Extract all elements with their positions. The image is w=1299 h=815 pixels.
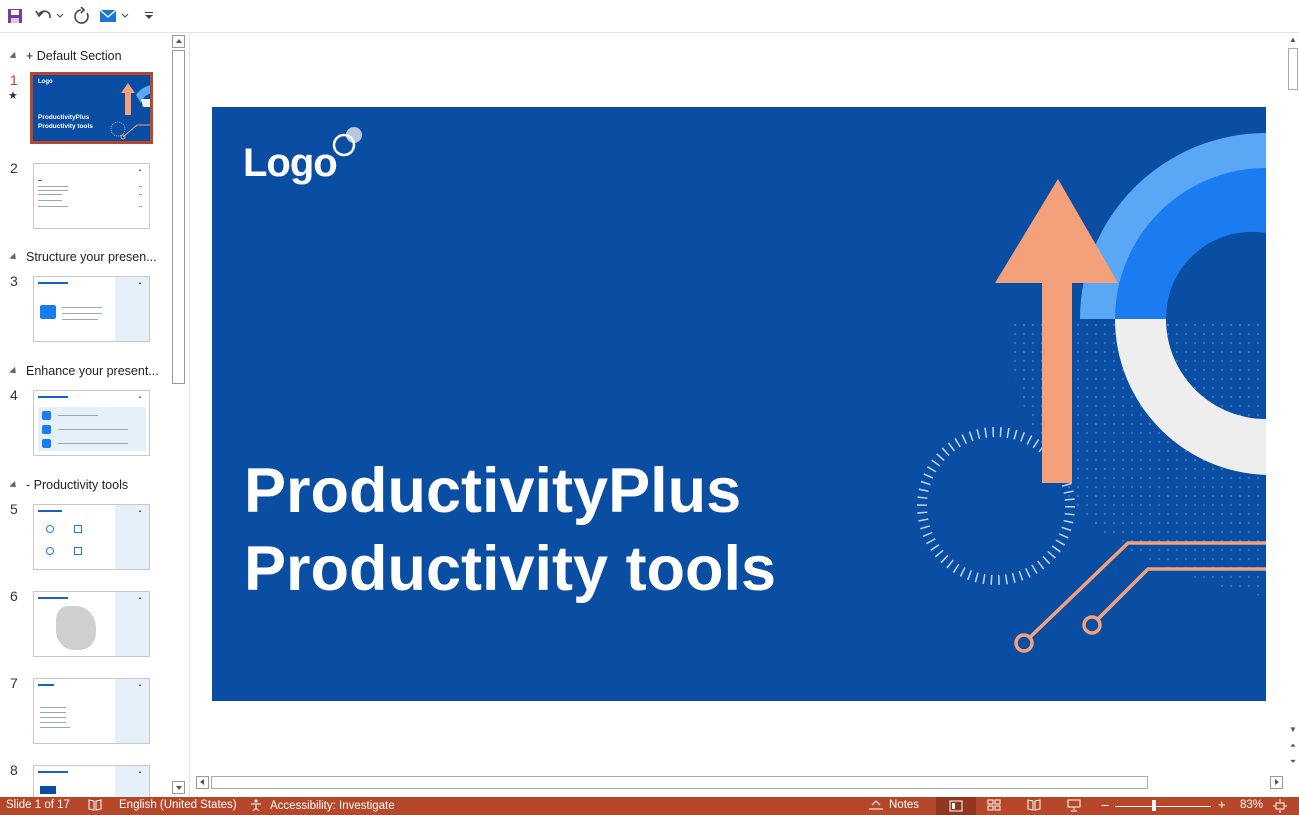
next-slide-icon[interactable]: ⏷ — [1288, 757, 1298, 767]
normal-view-button[interactable] — [936, 797, 976, 815]
slide-thumbnail-8[interactable]: ▪ — [33, 765, 150, 797]
slideshow-view-icon[interactable] — [1067, 799, 1086, 812]
section-header-structure[interactable]: Structure your presen... — [9, 250, 157, 264]
slide-number: 7 — [10, 675, 18, 691]
accessibility-checker[interactable]: Accessibility: Investigate — [250, 799, 395, 812]
zoom-level[interactable]: 83% — [1240, 799, 1263, 811]
scroll-down-arrow-icon[interactable] — [172, 781, 185, 794]
scrollbar-thumb[interactable] — [211, 776, 1148, 789]
scroll-up-arrow-icon[interactable]: ▲ — [1288, 35, 1298, 45]
thumb-artwork — [110, 83, 150, 140]
undo-icon[interactable] — [33, 5, 55, 27]
redo-icon[interactable] — [71, 5, 93, 27]
save-icon[interactable] — [6, 5, 24, 27]
collapse-triangle-icon[interactable] — [9, 480, 19, 490]
slide-thumbnail-5[interactable]: ▪ — [33, 504, 150, 570]
zoom-in-icon[interactable]: + — [1218, 797, 1226, 812]
slide-artwork — [332, 127, 1266, 653]
scroll-up-arrow-icon[interactable] — [172, 35, 185, 48]
scroll-left-arrow-icon[interactable] — [196, 776, 209, 789]
spelling-book-icon[interactable] — [88, 799, 107, 811]
fit-slide-icon[interactable] — [1273, 799, 1292, 813]
collapse-triangle-icon[interactable] — [9, 366, 19, 376]
slide-number: 4 — [10, 387, 18, 403]
slide-title-line-1: ProductivityPlus — [244, 456, 742, 526]
slide-logo: Logo — [243, 141, 338, 185]
notes-button[interactable]: Notes — [868, 799, 919, 811]
slide-count[interactable]: Slide 1 of 17 — [6, 799, 70, 811]
previous-slide-icon[interactable]: ⏶ — [1288, 741, 1298, 751]
reading-view-icon[interactable] — [1027, 799, 1046, 811]
section-label: + Default Section — [26, 49, 122, 63]
slide-number: 8 — [10, 762, 18, 778]
slide-thumbnail-2[interactable]: ▪ — [33, 163, 150, 229]
section-label: - Productivity tools — [26, 478, 129, 492]
thumb-logo-icon: ▪ — [138, 281, 141, 287]
status-bar: Slide 1 of 17 English (United States) Ac… — [0, 797, 1299, 815]
slide-sorter-view-icon[interactable] — [987, 799, 1006, 811]
thumb-logo-icon: ▪ — [138, 509, 141, 515]
section-header-productivity[interactable]: - Productivity tools — [9, 478, 129, 492]
collapse-triangle-icon[interactable] — [9, 51, 19, 61]
section-header-default[interactable]: + Default Section — [9, 49, 122, 63]
section-header-enhance[interactable]: Enhance your present... — [9, 364, 159, 378]
accessibility-icon — [251, 799, 261, 812]
collapse-triangle-icon[interactable] — [9, 252, 19, 262]
slide-thumbnail-3[interactable]: ▪ — [33, 276, 150, 342]
slide-editing-area[interactable]: Logo ProductivityPlus Productivity tools — [192, 33, 1286, 775]
zoom-slider-handle[interactable] — [1152, 800, 1156, 811]
thumb-logo-icon: ▪ — [138, 168, 141, 174]
slide-thumbnail-4[interactable]: ▪ — [33, 390, 150, 456]
undo-dropdown-chevron-down-icon[interactable] — [55, 5, 65, 27]
thumbnail-pane-scrollbar[interactable] — [171, 34, 186, 796]
mail-dropdown-chevron-down-icon[interactable] — [120, 5, 130, 27]
slide-number: 3 — [10, 273, 18, 289]
animation-star-icon: ★ — [8, 90, 18, 102]
notes-label: Notes — [889, 799, 920, 811]
slide-title[interactable]: ProductivityPlus Productivity tools — [244, 452, 776, 608]
slide-number: 6 — [10, 588, 18, 604]
thumb-logo-icon: ▪ — [138, 596, 141, 602]
slide-thumbnail-pane[interactable]: + Default Section 1 ★ Logo ProductivityP… — [0, 33, 190, 797]
slide-title-line-2: Productivity tools — [244, 534, 777, 604]
normal-view-icon — [949, 800, 963, 812]
editor-horizontal-scrollbar[interactable] — [192, 775, 1286, 793]
thumb-logo-icon: ▪ — [138, 770, 141, 776]
accessibility-label: Accessibility: Investigate — [270, 799, 395, 812]
zoom-slider[interactable] — [1115, 806, 1211, 807]
scrollbar-thumb[interactable] — [172, 50, 185, 384]
thumb-logo-icon: ▪ — [138, 683, 141, 689]
section-label: Enhance your present... — [26, 364, 159, 378]
customize-icon[interactable] — [142, 5, 156, 27]
slide-number: 2 — [10, 160, 18, 176]
slide-number: 5 — [10, 501, 18, 517]
notes-icon — [869, 800, 883, 810]
section-label: Structure your presen... — [26, 250, 157, 264]
mail-icon[interactable] — [98, 5, 118, 27]
current-slide[interactable]: Logo ProductivityPlus Productivity tools — [212, 107, 1266, 701]
quick-access-toolbar — [0, 0, 1299, 33]
scroll-down-arrow-icon[interactable]: ▼ — [1288, 725, 1298, 735]
thumb-logo-icon: ▪ — [138, 395, 141, 401]
scrollbar-thumb[interactable] — [1288, 48, 1298, 90]
slide-thumbnail-7[interactable]: ▪ — [33, 678, 150, 744]
scroll-right-arrow-icon[interactable] — [1270, 776, 1283, 789]
slide-thumbnail-1[interactable]: Logo ProductivityPlus Productivity tools — [30, 72, 153, 144]
zoom-out-icon[interactable]: − — [1101, 797, 1109, 813]
slide-thumbnail-6[interactable]: ▪ — [33, 591, 150, 657]
slide-number: 1 — [10, 72, 18, 88]
language-indicator[interactable]: English (United States) — [119, 799, 237, 811]
editor-vertical-scrollbar[interactable]: ▲ ▼ ⏶ ⏷ — [1286, 33, 1299, 775]
